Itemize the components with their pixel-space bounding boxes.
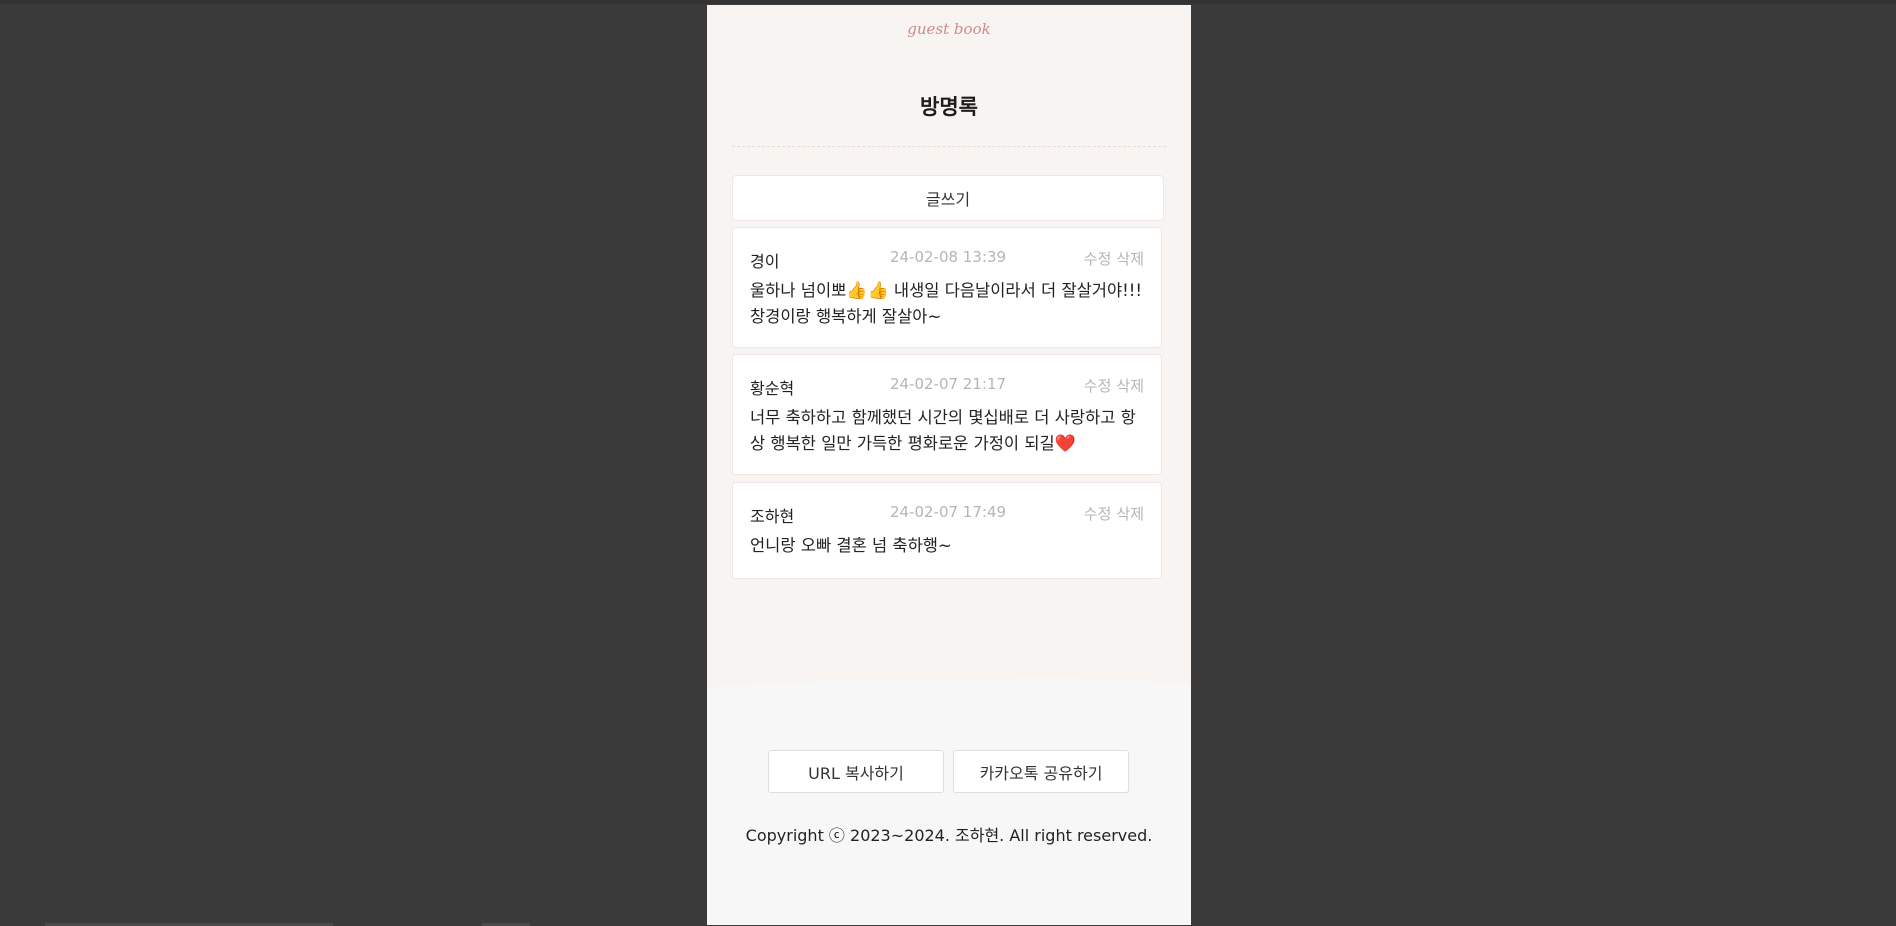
title-divider (732, 146, 1166, 147)
edit-button[interactable]: 수정 (1084, 505, 1112, 523)
thumbs-up-icon: 👍👍 (846, 281, 889, 301)
entry-message-text: 너무 축하하고 함께했던 시간의 몇십배로 더 사랑하고 항상 행복한 일만 가… (750, 408, 1136, 453)
delete-button[interactable]: 삭제 (1116, 377, 1144, 395)
kakao-share-button[interactable]: 카카오톡 공유하기 (953, 750, 1129, 793)
entry-message: 울하나 넘이뽀👍👍 내생일 다음날이라서 더 잘살거야!!! 창경이랑 행복하게… (750, 278, 1150, 330)
guestbook-entry: 경이 24-02-08 13:39 수정 삭제 울하나 넘이뽀👍👍 내생일 다음날… (732, 227, 1162, 348)
copyright-text: Copyright ⓒ 2023~2024. 조하현. All right re… (745, 826, 1153, 845)
write-post-button[interactable]: 글쓰기 (732, 175, 1164, 221)
entry-message-text: 울하나 넘이뽀 (750, 281, 847, 300)
page-title: 방명록 (920, 95, 978, 119)
guestbook-page: guest book 방명록 글쓰기 경이 24-02-08 13:39 수정 삭… (707, 5, 1191, 925)
entry-actions: 수정 삭제 (1084, 248, 1144, 269)
delete-button[interactable]: 삭제 (1116, 505, 1144, 523)
delete-button[interactable]: 삭제 (1116, 250, 1144, 268)
edit-button[interactable]: 수정 (1084, 377, 1112, 395)
guestbook-entry: 조하현 24-02-07 17:49 수정 삭제 언니랑 오빠 결혼 넘 축하행~ (732, 482, 1162, 579)
entry-message: 언니랑 오빠 결혼 넘 축하행~ (750, 536, 952, 555)
entry-message: 너무 축하하고 함께했던 시간의 몇십배로 더 사랑하고 항상 행복한 일만 가… (750, 405, 1150, 457)
copy-url-button[interactable]: URL 복사하기 (768, 750, 944, 793)
page-footer: URL 복사하기 카카오톡 공유하기 Copyright ⓒ 2023~2024… (707, 695, 1191, 925)
edit-button[interactable]: 수정 (1084, 250, 1112, 268)
window-top-border (0, 0, 1896, 4)
heart-icon: ❤️ (1054, 434, 1076, 454)
guestbook-entry: 황순혁 24-02-07 21:17 수정 삭제 너무 축하하고 함께했던 시간의… (732, 354, 1162, 475)
section-subtitle: guest book (907, 20, 991, 38)
entry-actions: 수정 삭제 (1084, 375, 1144, 396)
entry-actions: 수정 삭제 (1084, 503, 1144, 524)
